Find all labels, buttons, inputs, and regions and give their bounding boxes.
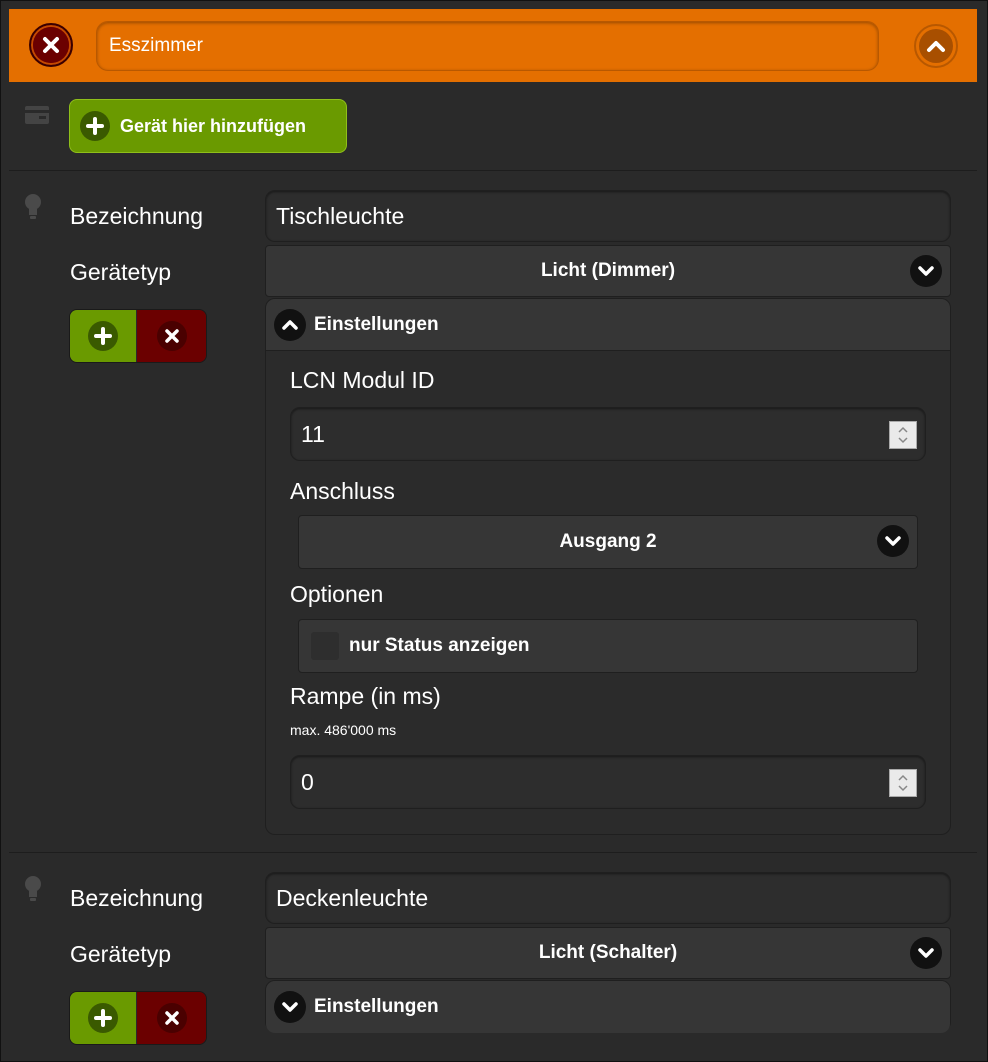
- room-name-input[interactable]: [96, 21, 879, 71]
- add-device-row: Gerät hier hinzufügen: [9, 82, 977, 171]
- close-icon: [43, 37, 59, 53]
- ramp-input[interactable]: 0: [290, 755, 926, 809]
- add-device-button[interactable]: Gerät hier hinzufügen: [69, 99, 347, 153]
- type-label: Gerätetyp: [70, 259, 171, 285]
- number-spinner[interactable]: [889, 421, 917, 449]
- number-spinner[interactable]: [889, 769, 917, 797]
- chevron-up-icon: [927, 41, 945, 52]
- remove-device-button[interactable]: [137, 992, 206, 1044]
- name-label: Bezeichnung: [70, 203, 203, 229]
- add-below-button[interactable]: [70, 310, 138, 362]
- remove-device-button[interactable]: [137, 310, 206, 362]
- device-type-value: Licht (Schalter): [538, 942, 678, 963]
- status-only-label: nur Status anzeigen: [349, 635, 530, 656]
- settings-toggle[interactable]: Einstellungen: [266, 299, 950, 351]
- device-actions: [69, 991, 207, 1045]
- device-type-value: Licht (Dimmer): [540, 260, 676, 281]
- close-icon: [156, 1003, 187, 1033]
- connection-label: Anschluss: [290, 478, 395, 504]
- device-type-select[interactable]: Licht (Dimmer): [265, 245, 951, 297]
- lightbulb-icon: [25, 876, 41, 901]
- room-editor: Gerät hier hinzufügen Bezeichnung Tischl…: [0, 0, 988, 1062]
- ramp-hint: max. 486'000 ms: [290, 722, 397, 738]
- device-item: Bezeichnung Tischleuchte Gerätetyp Licht…: [9, 171, 977, 853]
- settings-panel: Einstellungen: [265, 980, 951, 1033]
- chevron-down-icon: [910, 255, 942, 287]
- options-label: Optionen: [290, 581, 384, 607]
- module-id-value: 11: [301, 421, 325, 447]
- delete-room-button[interactable]: [29, 23, 73, 67]
- ramp-value: 0: [301, 769, 314, 795]
- card-icon: [25, 106, 49, 124]
- ramp-label: Rampe (in ms): [290, 683, 441, 709]
- status-only-checkbox[interactable]: nur Status anzeigen: [298, 619, 918, 673]
- spinner-arrows-icon: [898, 426, 908, 444]
- spinner-arrows-icon: [898, 774, 908, 792]
- plus-icon: [88, 1003, 118, 1033]
- settings-title: Einstellungen: [314, 313, 439, 335]
- device-name-input[interactable]: Tischleuchte: [265, 190, 951, 242]
- plus-icon: [88, 321, 118, 351]
- plus-icon: [80, 111, 110, 141]
- lightbulb-icon: [25, 194, 41, 219]
- module-id-label: LCN Modul ID: [290, 367, 435, 393]
- close-icon: [156, 321, 187, 351]
- collapse-room-button[interactable]: [914, 24, 958, 68]
- chevron-down-icon: [274, 991, 306, 1023]
- name-label: Bezeichnung: [70, 885, 203, 911]
- add-below-button[interactable]: [70, 992, 138, 1044]
- chevron-down-icon: [877, 525, 909, 557]
- add-device-label: Gerät hier hinzufügen: [120, 115, 307, 136]
- type-label: Gerätetyp: [70, 941, 171, 967]
- settings-toggle[interactable]: Einstellungen: [266, 981, 950, 1033]
- connection-select[interactable]: Ausgang 2: [298, 515, 918, 569]
- device-actions: [69, 309, 207, 363]
- device-item: Bezeichnung Deckenleuchte Gerätetyp Lich…: [9, 853, 977, 1053]
- connection-value: Ausgang 2: [559, 531, 657, 552]
- device-name-input[interactable]: Deckenleuchte: [265, 872, 951, 924]
- checkbox-unchecked[interactable]: [311, 632, 339, 660]
- settings-panel: Einstellungen LCN Modul ID 11 Anschluss …: [265, 298, 951, 835]
- chevron-down-icon: [910, 937, 942, 969]
- chevron-up-icon: [274, 308, 306, 341]
- room-header: [9, 9, 977, 82]
- settings-title: Einstellungen: [314, 996, 439, 1017]
- module-id-input[interactable]: 11: [290, 407, 926, 461]
- device-type-select[interactable]: Licht (Schalter): [265, 927, 951, 979]
